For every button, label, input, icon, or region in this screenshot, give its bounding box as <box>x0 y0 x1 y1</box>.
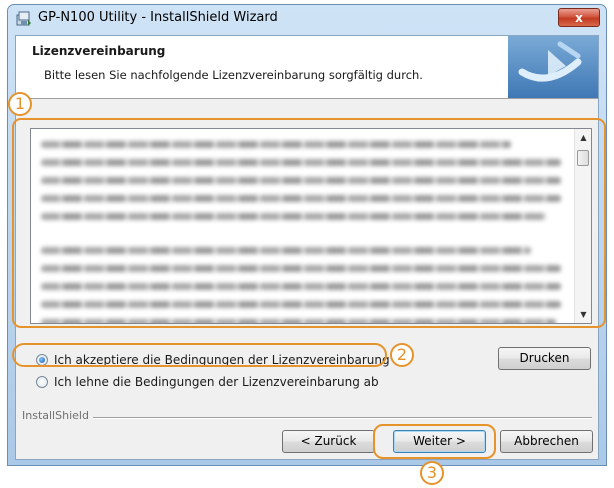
back-button[interactable]: < Zurück <box>282 430 375 453</box>
next-highlight-frame <box>373 424 496 459</box>
window-title: GP-N100 Utility - InstallShield Wizard <box>38 10 278 25</box>
page-subtitle: Bitte lesen Sie nachfolgende Lizenzverei… <box>44 68 423 82</box>
callout-2: 2 <box>390 343 414 367</box>
installshield-brand: InstallShield <box>22 409 93 422</box>
accept-highlight-frame <box>12 343 387 367</box>
installer-icon <box>16 11 31 26</box>
callout-1: 1 <box>8 92 32 116</box>
close-icon: x <box>575 11 583 25</box>
decline-label[interactable]: Ich lehne die Bedingungen der Lizenzvere… <box>54 375 379 389</box>
cancel-button[interactable]: Abbrechen <box>500 430 593 453</box>
title-bar[interactable]: GP-N100 Utility - InstallShield Wizard x <box>8 5 606 33</box>
callout-3: 3 <box>420 461 444 485</box>
installshield-logo-icon <box>508 36 598 98</box>
close-button[interactable]: x <box>558 8 600 27</box>
page-title: Lizenzvereinbarung <box>32 44 166 58</box>
print-button[interactable]: Drucken <box>498 347 591 370</box>
license-highlight-frame <box>12 118 606 328</box>
wizard-header: Lizenzvereinbarung Bitte lesen Sie nachf… <box>16 36 598 99</box>
decline-option[interactable]: Ich lehne die Bedingungen der Lizenzvere… <box>36 373 379 391</box>
footer-divider <box>22 417 592 419</box>
decline-radio[interactable] <box>36 376 48 388</box>
